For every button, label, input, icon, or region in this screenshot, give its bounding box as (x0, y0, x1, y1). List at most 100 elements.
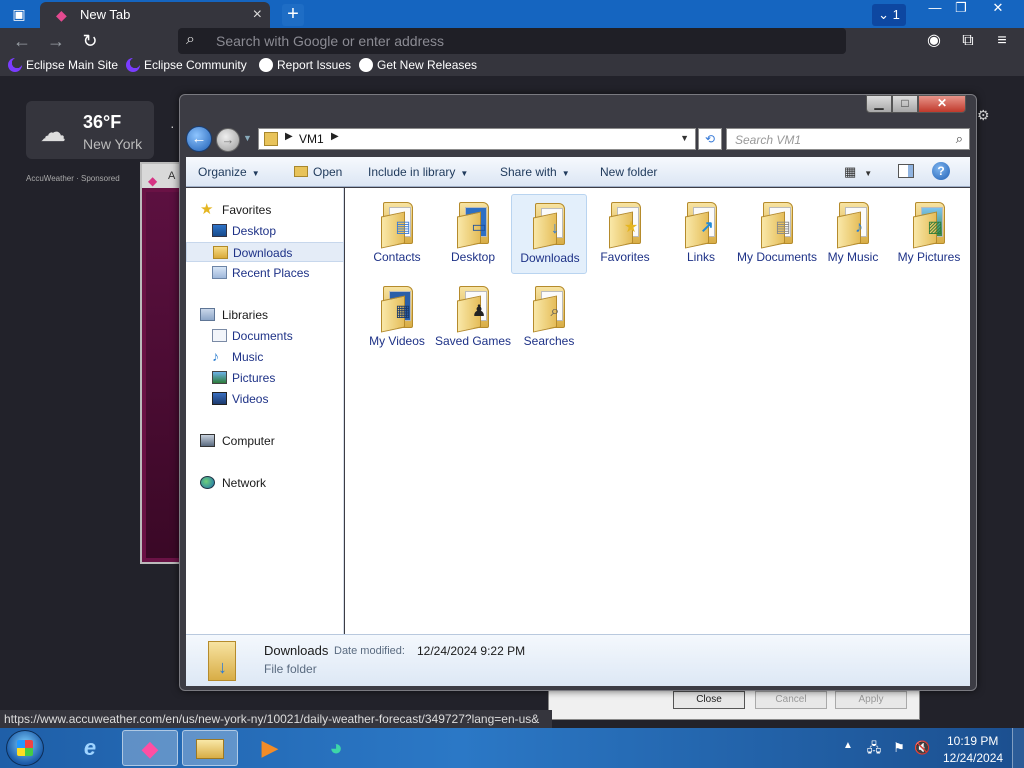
history-dropdown-icon[interactable]: ▼ (243, 133, 252, 143)
preview-pane-icon[interactable] (898, 164, 914, 178)
change-view-button[interactable]: ▦ ▼ (844, 164, 872, 180)
nav-network[interactable]: Network (186, 473, 344, 493)
nav-desktop[interactable]: Desktop (186, 221, 344, 241)
nav-videos[interactable]: Videos (186, 389, 344, 409)
file-explorer-icon[interactable] (182, 730, 238, 766)
reload-icon[interactable]: ↻ (78, 30, 102, 52)
start-button[interactable] (6, 730, 44, 766)
folder-item[interactable]: ♪ My Music (815, 194, 891, 274)
explorer-window: ▁ □ ✕ ⚙ ← → ▼ ▶ VM1 ▶ ▼ ⟲ ⌕ Organize▼ Op… (179, 94, 990, 691)
help-icon[interactable]: ? (932, 162, 950, 180)
star-icon: ★ (623, 219, 639, 236)
nav-documents[interactable]: Documents (186, 326, 344, 346)
dialog-close-button[interactable]: Close (673, 691, 745, 709)
dialog-apply-button: Apply (835, 691, 907, 709)
clock-date[interactable]: 12/24/2024 (943, 751, 1003, 765)
search-box[interactable]: ⌕ (726, 128, 970, 150)
tab-close-icon[interactable]: × (253, 2, 262, 28)
windows-logo-icon (17, 740, 33, 756)
refresh-button[interactable]: ⟲ (698, 128, 722, 150)
bookmark-get-new-releases[interactable]: Get New Releases (359, 57, 477, 73)
nav-pictures[interactable]: Pictures (186, 368, 344, 388)
address-input[interactable] (216, 32, 816, 50)
explorer-minimize-button[interactable]: ▁ (866, 95, 892, 113)
volume-muted-icon[interactable]: 🔇 (914, 740, 930, 756)
pictures-icon (212, 371, 227, 384)
folder-item[interactable]: ▤ My Documents (737, 194, 817, 274)
include-in-library-button[interactable]: Include in library ▼ (368, 165, 468, 179)
browser-minimize-button[interactable]: — (922, 0, 948, 18)
nav-computer[interactable]: Computer (186, 431, 344, 451)
share-with-button[interactable]: Share with ▼ (500, 165, 570, 179)
account-icon[interactable]: ◉ (922, 30, 946, 52)
address-bar[interactable]: ⌕ (178, 28, 846, 54)
chevron-right-icon[interactable]: ▶ (285, 131, 293, 142)
back-button[interactable]: ← (186, 126, 212, 152)
explorer-maximize-button[interactable]: □ (892, 95, 918, 113)
bookmark-eclipse-main-site[interactable]: Eclipse Main Site (8, 57, 118, 73)
weather-more-icon[interactable]: · (170, 118, 175, 134)
eclipse-icon (8, 58, 22, 72)
background-window-title: A (168, 170, 176, 182)
tab-counter-button[interactable]: ⌄ 1 (872, 4, 906, 26)
internet-explorer-icon[interactable]: e (62, 730, 118, 766)
breadcrumb-segment-vm1[interactable]: VM1 (299, 132, 324, 146)
gear-icon[interactable]: ⚙ (977, 107, 990, 124)
back-arrow-icon[interactable]: ← (10, 30, 34, 52)
tab-new-tab[interactable]: ◆ New Tab × (40, 2, 270, 28)
folder-item[interactable]: ↗ Links (663, 194, 739, 274)
forward-button[interactable]: → (216, 128, 240, 152)
new-tab-button[interactable]: + (282, 4, 304, 26)
nav-favorites[interactable]: ★ Favorites (186, 200, 344, 220)
folder-item[interactable]: ▦ My Videos (359, 278, 435, 358)
browser-close-button[interactable]: ✕ (980, 0, 1016, 18)
chevron-down-icon[interactable]: ▼ (680, 133, 689, 143)
new-folder-button[interactable]: New folder (600, 165, 657, 179)
nav-music[interactable]: ♪ Music (186, 347, 344, 367)
action-center-flag-icon[interactable]: ⚑ (891, 740, 907, 756)
forward-arrow-icon[interactable]: → (44, 30, 68, 52)
nav-recent-places[interactable]: Recent Places (186, 263, 344, 283)
picture-icon: ▨ (927, 219, 943, 236)
details-modified-label: Date modified: (334, 645, 405, 657)
media-player-icon[interactable]: ▶ (242, 730, 298, 766)
downloads-folder-icon: ↓ (202, 641, 242, 683)
floorp-favicon-icon: ◆ (148, 174, 158, 188)
folder-item[interactable]: ▨ My Pictures (891, 194, 967, 274)
open-button[interactable]: Open (294, 165, 342, 179)
github-icon (259, 58, 273, 72)
explorer-close-button[interactable]: ✕ (918, 95, 966, 113)
breadcrumb[interactable]: ▶ VM1 ▶ ▼ (258, 128, 696, 150)
documents-icon (212, 329, 227, 342)
weather-widget[interactable]: ☁ 36°F New York (26, 101, 154, 159)
tab-manager-icon[interactable]: ▣ (6, 3, 32, 25)
show-desktop-button[interactable] (1012, 728, 1024, 768)
explorer-command-bar: Organize ▼ Open Include in library ▼ Share… (186, 157, 970, 187)
folder-item[interactable]: ⌕ Searches (511, 278, 587, 358)
browser-restore-button[interactable]: ❐ (948, 0, 974, 18)
document-icon: ▤ (775, 219, 791, 236)
bookmark-eclipse-community[interactable]: Eclipse Community (126, 57, 247, 73)
nav-downloads[interactable]: Downloads (186, 242, 344, 262)
folder-item[interactable]: ▭ Desktop (435, 194, 511, 274)
search-input[interactable] (735, 132, 935, 148)
recent-places-icon (212, 266, 227, 279)
show-hidden-icons-icon[interactable]: ▲ (843, 740, 853, 751)
search-icon: ⌕ (955, 131, 963, 146)
edge-browser-icon[interactable]: ◕ (308, 730, 364, 766)
floorp-browser-icon[interactable]: ◆ (122, 730, 178, 766)
menu-icon[interactable]: ≡ (990, 30, 1014, 52)
chevron-right-icon[interactable]: ▶ (331, 131, 339, 142)
folder-item[interactable]: ▤ Contacts (359, 194, 435, 274)
organize-button[interactable]: Organize ▼ (198, 165, 260, 179)
network-tray-icon[interactable]: 🖧 (866, 740, 882, 756)
chess-piece-icon: ♟ (471, 303, 487, 320)
folder-item[interactable]: ★ Favorites (587, 194, 663, 274)
folder-item[interactable]: ♟ Saved Games (435, 278, 511, 358)
cloud-sun-icon: ☁ (40, 117, 66, 147)
folder-item[interactable]: ↓ Downloads (511, 194, 587, 274)
extensions-icon[interactable]: ⧉ (956, 30, 980, 52)
nav-libraries[interactable]: Libraries (186, 305, 344, 325)
clock-time[interactable]: 10:19 PM (947, 734, 998, 748)
bookmark-report-issues[interactable]: Report Issues (259, 57, 351, 73)
